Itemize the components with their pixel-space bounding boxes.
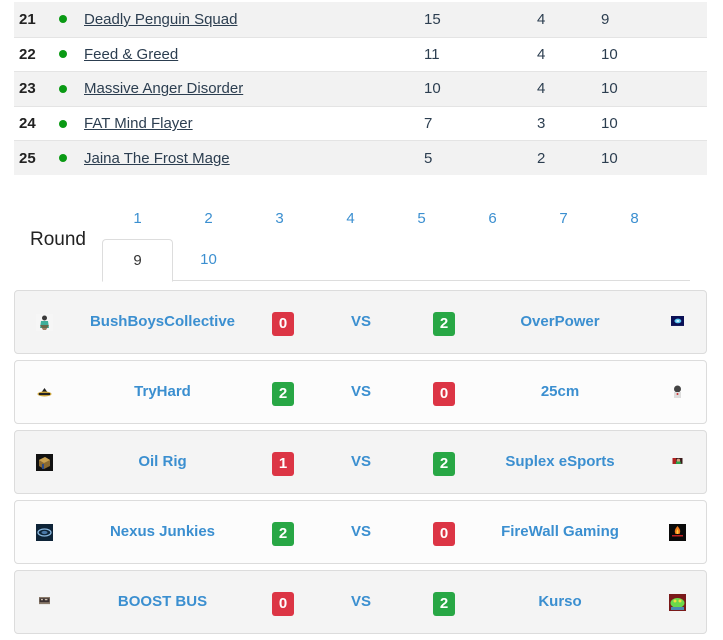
match-card: Nexus Junkies 2 VS 0 FireWall Gaming [14,500,707,564]
match-card: Oil Rig 1 VS 2 Suplex eSports [14,430,707,494]
round-label: Round [30,229,86,250]
rank: 23 [19,80,36,98]
tab-round-4[interactable]: 4 [315,208,386,230]
bushboys-logo-icon [36,314,53,331]
stat-3: 10 [601,115,618,133]
vs-label: VS [350,453,371,470]
stat-1: 7 [424,115,433,133]
match-list: BushBoysCollective 0 VS 2 OverPower TryH… [14,290,707,640]
tab-round-8[interactable]: 8 [599,208,670,230]
team-link[interactable]: Jaina The Frost Mage [84,150,230,167]
vs-label: VS [350,313,371,330]
stat-3: 10 [601,149,618,167]
kurso-logo-icon [669,594,686,611]
home-score-badge: 0 [272,312,294,336]
rank: 22 [19,45,36,63]
status-dot-icon [50,15,84,24]
away-score-badge: 0 [433,522,455,546]
stat-1: 5 [424,149,433,167]
team-link[interactable]: Feed & Greed [84,46,178,63]
suplex-logo-icon [672,458,683,464]
overpower-logo-icon [671,316,684,326]
oilrig-logo-icon [36,454,53,471]
status-dot-icon [50,84,84,93]
away-score-badge: 2 [433,592,455,616]
rank: 24 [19,115,36,133]
team-link[interactable]: Deadly Penguin Squad [84,11,237,28]
away-team-link[interactable]: Kurso [470,593,650,610]
round-tabs: 1 2 3 4 5 6 7 8 [102,208,670,230]
stat-2: 4 [537,10,546,28]
stat-2: 4 [537,80,546,98]
boostbus-logo-icon [39,597,50,605]
stat-2: 4 [537,45,546,63]
away-team-link[interactable]: FireWall Gaming [470,523,650,540]
table-row: 21 Deadly Penguin Squad 15 4 9 [14,2,707,37]
away-score-badge: 2 [433,452,455,476]
stat-3: 10 [601,45,618,63]
tryhard-logo-icon [36,384,53,401]
home-team-link[interactable]: BushBoysCollective [75,313,250,330]
home-team-link[interactable]: Oil Rig [75,453,250,470]
home-team-link[interactable]: Nexus Junkies [75,523,250,540]
status-dot-icon [50,154,84,163]
round-tabs-row-2: 9 10 [102,239,690,282]
nexus-logo-icon [36,524,53,541]
tab-round-9[interactable]: 9 [102,239,173,282]
home-score-badge: 2 [272,382,294,406]
tab-round-1[interactable]: 1 [102,208,173,230]
stat-2: 3 [537,115,546,133]
vs-label: VS [350,593,371,610]
home-score-badge: 0 [272,592,294,616]
away-score-badge: 0 [433,382,455,406]
table-row: 24 FAT Mind Flayer 7 3 10 [14,105,707,141]
away-team-link[interactable]: OverPower [470,313,650,330]
rank: 25 [19,149,36,167]
table-row: 25 Jaina The Frost Mage 5 2 10 [14,140,707,175]
tab-round-5[interactable]: 5 [386,208,457,230]
firewall-logo-icon [669,524,686,541]
tab-round-7[interactable]: 7 [528,208,599,230]
standings-table: 21 Deadly Penguin Squad 15 4 9 22 Feed &… [14,2,707,175]
stat-1: 15 [424,10,441,28]
home-score-badge: 2 [272,522,294,546]
team-link[interactable]: Massive Anger Disorder [84,80,243,97]
away-team-link[interactable]: 25cm [470,383,650,400]
tab-round-3[interactable]: 3 [244,208,315,230]
home-score-badge: 1 [272,452,294,476]
stat-2: 2 [537,149,546,167]
tab-round-2[interactable]: 2 [173,208,244,230]
stat-1: 11 [424,45,440,63]
tab-round-10[interactable]: 10 [173,239,244,281]
stat-1: 10 [424,80,441,98]
match-card: BushBoysCollective 0 VS 2 OverPower [14,290,707,354]
team-link[interactable]: FAT Mind Flayer [84,115,193,132]
stat-3: 9 [601,10,610,28]
vs-label: VS [350,523,371,540]
home-team-link[interactable]: TryHard [75,383,250,400]
table-row: 23 Massive Anger Disorder 10 4 10 [14,71,707,106]
match-card: BOOST BUS 0 VS 2 Kurso [14,570,707,634]
match-card: TryHard 2 VS 0 25cm [14,360,707,424]
rank: 21 [19,10,36,28]
tab-round-6[interactable]: 6 [457,208,528,230]
vs-label: VS [350,383,371,400]
home-team-link[interactable]: BOOST BUS [75,593,250,610]
away-score-badge: 2 [433,312,455,336]
stat-3: 10 [601,80,618,98]
25cm-logo-icon [669,384,686,401]
away-team-link[interactable]: Suplex eSports [470,453,650,470]
status-dot-icon [50,50,84,59]
status-dot-icon [50,119,84,128]
table-row: 22 Feed & Greed 11 4 10 [14,36,707,72]
